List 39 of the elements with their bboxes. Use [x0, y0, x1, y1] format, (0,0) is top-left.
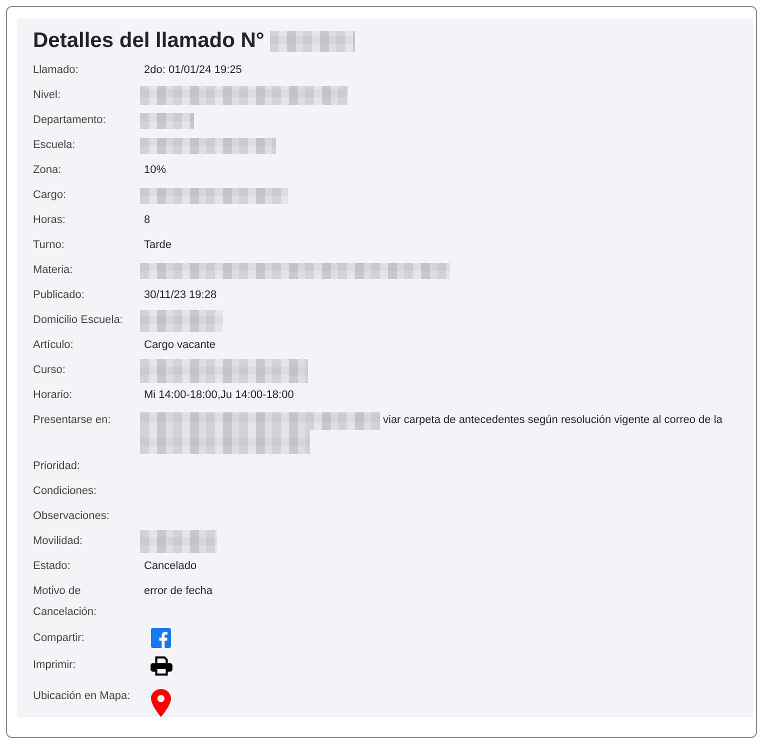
field-value: 10% — [144, 164, 166, 176]
field-label: Turno: — [33, 238, 66, 253]
field-value: Mi 14:00-18:00,Ju 14:00-18:00 — [144, 389, 294, 401]
facebook-icon[interactable] — [151, 628, 171, 648]
field-label: Departamento: — [33, 113, 107, 128]
field-label: Observaciones: — [33, 509, 110, 524]
field-label: Motivo de Cancelación: — [33, 584, 98, 620]
field-label: Estado: — [33, 559, 72, 574]
field-label: Nivel: — [33, 88, 62, 103]
field-label: Publicado: — [33, 288, 86, 303]
field-value: error de fecha — [144, 585, 212, 597]
field-label: Compartir: — [33, 631, 86, 646]
field-value: viar carpeta de antecedentes según resolución vigente al correo de la — [383, 413, 722, 428]
page-title: Detalles del llamado N° — [33, 28, 264, 54]
field-value: Cancelado — [144, 560, 197, 572]
field-label: Zona: — [33, 163, 62, 178]
field-label: Cargo: — [33, 188, 68, 203]
pixelated-redaction — [140, 112, 194, 128]
field-label: Movilidad: — [33, 534, 84, 549]
field-value: 8 — [144, 214, 150, 226]
field-label: Materia: — [33, 263, 74, 278]
field-label: Llamado: — [33, 63, 80, 78]
field-value: 30/11/23 19:28 — [144, 289, 217, 301]
map-pin-icon[interactable] — [151, 689, 171, 717]
field-label: Ubicación en Mapa: — [33, 689, 132, 704]
field-label: Prioridad: — [33, 459, 82, 474]
field-label: Condiciones: — [33, 484, 98, 499]
field-value: 2do: 01/01/24 19:25 — [144, 64, 242, 76]
field-label: Imprimir: — [33, 658, 77, 673]
field-label: Horario: — [33, 388, 74, 403]
field-label: Presentarse en: — [33, 413, 112, 428]
field-value: Cargo vacante — [144, 339, 216, 351]
printer-icon[interactable] — [150, 656, 173, 676]
field-label: Escuela: — [33, 138, 76, 153]
field-value: Tarde — [144, 239, 172, 251]
field-label: Domicilio Escuela: — [33, 313, 124, 328]
field-label: Artículo: — [33, 338, 74, 353]
field-label: Curso: — [33, 363, 66, 378]
field-label: Horas: — [33, 213, 66, 228]
